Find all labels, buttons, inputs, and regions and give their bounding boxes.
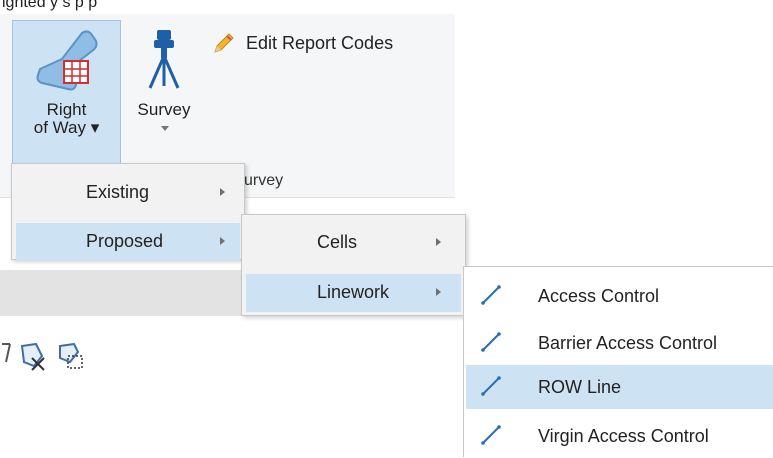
- line-tool-icon: [481, 332, 501, 352]
- menu-item-existing-label: Existing: [86, 182, 150, 202]
- select-shape-icon[interactable]: [18, 340, 52, 372]
- menu-item-linework[interactable]: Linework: [246, 274, 461, 312]
- menu-item-barrier-access-control[interactable]: Barrier Access Control: [466, 321, 773, 365]
- submenu-arrow-icon: [220, 237, 225, 245]
- submenu-arrow-icon: [436, 288, 441, 296]
- fence-shape-icon[interactable]: [54, 340, 86, 372]
- menu-level3: Access Control Barrier Access Control RO…: [463, 266, 773, 457]
- submenu-arrow-icon: [436, 238, 441, 246]
- line-tool-icon: [481, 285, 501, 305]
- edit-report-codes-label: Edit Report Codes: [246, 32, 394, 53]
- menu-item-row-line-label: ROW Line: [538, 377, 622, 397]
- survey-label: Survey: [137, 100, 191, 119]
- menu-item-proposed-label: Proposed: [86, 231, 164, 251]
- right-of-way-label-line2: of Way ▾: [33, 118, 100, 137]
- right-of-way-label: Right of Way ▾: [13, 101, 120, 137]
- menu-item-virgin-access-control[interactable]: Virgin Access Control: [466, 414, 773, 458]
- menu-level2: Cells Linework: [241, 214, 466, 316]
- title-strip-fragment: ighted y s p p: [0, 0, 455, 14]
- survey-tripod-icon: [148, 30, 180, 89]
- menu-item-barrier-access-control-label: Barrier Access Control: [538, 333, 718, 353]
- menu-item-virgin-access-control-label: Virgin Access Control: [538, 426, 709, 446]
- edit-report-codes-button[interactable]: Edit Report Codes: [212, 28, 393, 58]
- tool-fragment-icon[interactable]: [0, 338, 14, 368]
- survey-button[interactable]: Survey: [125, 28, 203, 158]
- chevron-down-icon: [161, 126, 169, 131]
- menu-item-cells-label: Cells: [317, 232, 358, 252]
- right-of-way-button[interactable]: Right of Way ▾: [12, 20, 121, 165]
- menu-item-linework-label: Linework: [317, 282, 390, 302]
- menu-item-access-control-label: Access Control: [538, 286, 660, 306]
- menu-item-cells[interactable]: Cells: [246, 224, 461, 262]
- menu-item-row-line[interactable]: ROW Line: [466, 365, 773, 409]
- right-of-way-icon: [36, 30, 98, 91]
- ribbon-group-label: urvey: [244, 172, 284, 189]
- pencil-icon: [214, 33, 234, 53]
- menu-item-access-control[interactable]: Access Control: [466, 274, 773, 318]
- menu-level1: Existing Proposed: [11, 163, 245, 261]
- line-tool-icon: [481, 425, 501, 445]
- line-tool-icon: [481, 376, 501, 396]
- submenu-arrow-icon: [220, 188, 225, 196]
- menu-item-existing[interactable]: Existing: [16, 174, 240, 212]
- menu-item-proposed[interactable]: Proposed: [16, 223, 240, 261]
- right-of-way-label-line1: Right: [46, 100, 87, 119]
